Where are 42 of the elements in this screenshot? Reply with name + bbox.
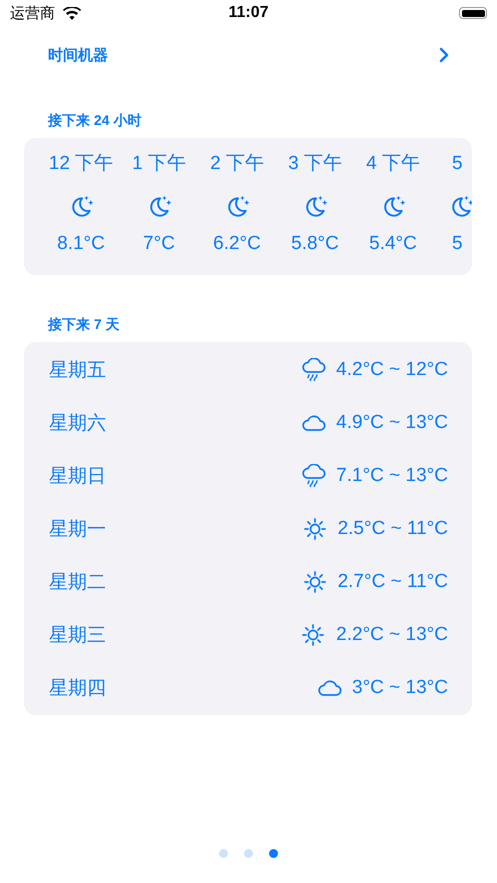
day-label: 星期五: [49, 358, 106, 382]
temperature-range: 3°C ~ 13°C: [352, 676, 448, 698]
page-dot[interactable]: [219, 849, 228, 858]
section-title: 接下来 24 小时: [48, 112, 142, 130]
temperature: 8.1°C: [57, 232, 105, 256]
day-label: 星期三: [49, 624, 106, 648]
sun-icon: [302, 516, 328, 540]
temperature-range: 2.5°C ~ 11°C: [338, 518, 448, 540]
hour-label: 2 下午: [210, 152, 264, 176]
rain-cloud-icon: [300, 464, 326, 488]
temperature: 5: [452, 232, 463, 256]
carrier-name: 运营商: [10, 4, 55, 22]
day-label: 星期一: [49, 518, 106, 542]
rain-cloud-icon: [300, 358, 326, 382]
chevron-icon: [439, 47, 449, 63]
page-dot[interactable]: [269, 849, 278, 858]
section-title: 接下来 7 天: [48, 316, 121, 334]
temperature-range: 2.2°C ~ 13°C: [336, 624, 448, 646]
hour-label: 3 下午: [288, 152, 342, 176]
battery-icon: [459, 7, 488, 19]
time-machine-link[interactable]: 时间机器: [48, 42, 449, 68]
temperature-range: 4.9°C ~ 13°C: [336, 412, 448, 434]
temperature: 5.4°C: [369, 232, 417, 256]
hour-label: 4 下午: [366, 152, 420, 176]
temperature-range: 2.7°C ~ 11°C: [338, 570, 448, 592]
hour-label: 1 下午: [132, 152, 186, 176]
sun-icon: [302, 570, 328, 594]
hour-label: 5: [452, 152, 463, 176]
sun-icon: [300, 622, 326, 646]
temperature: 7°C: [143, 232, 175, 256]
day-label: 星期二: [49, 570, 106, 594]
temperature: 6.2°C: [213, 232, 261, 256]
page-dot[interactable]: [244, 849, 253, 858]
day-label: 星期日: [49, 464, 106, 488]
day-label: 星期四: [49, 676, 106, 700]
day-label: 星期六: [49, 412, 106, 436]
temperature: 5.8°C: [291, 232, 339, 256]
temperature-range: 7.1°C ~ 13°C: [336, 464, 448, 486]
hour-label: 12 下午: [48, 152, 114, 176]
clock-time: 11:07: [228, 4, 269, 22]
temperature-range: 4.2°C ~ 12°C: [336, 358, 448, 380]
wifi-icon: [63, 6, 81, 20]
